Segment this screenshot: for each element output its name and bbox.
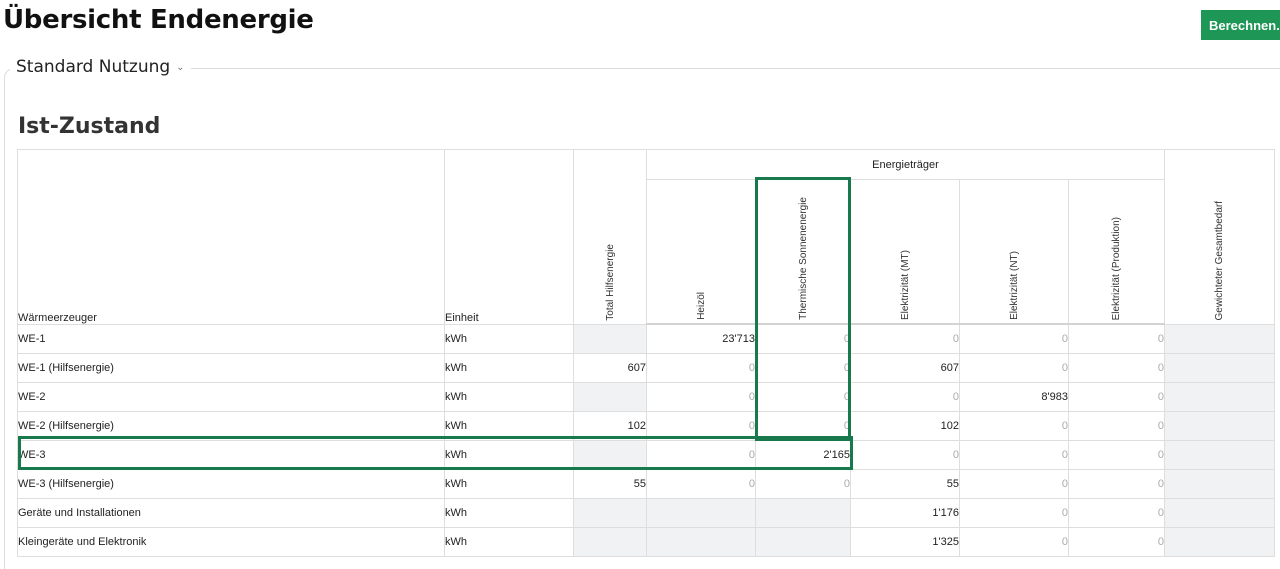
- cell-unit: kWh: [444, 323, 574, 354]
- cell-heizoel: [646, 527, 756, 557]
- cell-total: 55: [573, 469, 647, 499]
- cell-unit: kWh: [444, 382, 574, 412]
- table-row: Geräte und Installationen kWh 1'176 0 0: [17, 498, 1275, 528]
- col-group-energietraeger: Energieträger: [646, 149, 1165, 180]
- cell-total: [573, 498, 647, 528]
- cell-weighted-total: [1164, 382, 1275, 412]
- col-header-solar-thermal: Thermische Sonnenenergie: [755, 179, 851, 325]
- col-header-elec-mt: Elektrizität (MT): [850, 179, 960, 325]
- energy-table: Wärmeerzeuger Einheit Total Hilfsenergie…: [17, 149, 1275, 557]
- chevron-down-icon: ⌄: [176, 61, 185, 73]
- cell-heizoel: 0: [646, 411, 756, 441]
- cell-heizoel: 23'713: [646, 323, 756, 354]
- cell-mt: 55: [850, 469, 960, 499]
- cell-heizoel: 0: [646, 469, 756, 499]
- cell-nt: 0: [959, 411, 1069, 441]
- cell-weighted-total: [1164, 498, 1275, 528]
- table-row: Kleingeräte und Elektronik kWh 1'325 0 0: [17, 527, 1275, 557]
- cell-total: [573, 440, 647, 470]
- cell-mt: 607: [850, 353, 960, 383]
- cell-weighted-total: [1164, 353, 1275, 383]
- table-row: WE-2 (Hilfsenergie) kWh 102 0 0 102 0 0: [17, 411, 1275, 441]
- cell-nt: 0: [959, 353, 1069, 383]
- usage-dropdown-label: Standard Nutzung: [16, 57, 171, 77]
- cell-name: WE-3 (Hilfsenergie): [17, 469, 445, 499]
- cell-mt: 0: [850, 323, 960, 354]
- cell-solar: 2'165: [755, 440, 851, 470]
- cell-name: Geräte und Installationen: [17, 498, 445, 528]
- cell-heizoel: 0: [646, 382, 756, 412]
- table-row: WE-1 kWh 23'713 0 0 0 0: [17, 323, 1275, 354]
- cell-heizoel: [646, 498, 756, 528]
- cell-nt: 0: [959, 527, 1069, 557]
- page-title: Übersicht Endenergie: [3, 5, 314, 35]
- cell-weighted-total: [1164, 469, 1275, 499]
- cell-total: [573, 382, 647, 412]
- cell-mt: 1'176: [850, 498, 960, 528]
- cell-nt: 0: [959, 469, 1069, 499]
- cell-prod: 0: [1068, 323, 1165, 354]
- cell-name: WE-3: [17, 440, 445, 470]
- cell-solar: 0: [755, 323, 851, 354]
- cell-unit: kWh: [444, 469, 574, 499]
- cell-name: WE-2: [17, 382, 445, 412]
- col-header-unit: Einheit: [444, 149, 574, 325]
- cell-prod: 0: [1068, 527, 1165, 557]
- cell-unit: kWh: [444, 440, 574, 470]
- table-row: WE-2 kWh 0 0 0 8'983 0: [17, 382, 1275, 412]
- col-header-total-aux: Total Hilfsenergie: [573, 149, 647, 325]
- col-header-elec-nt: Elektrizität (NT): [959, 179, 1069, 325]
- cell-weighted-total: [1164, 323, 1275, 354]
- cell-nt: 0: [959, 498, 1069, 528]
- cell-prod: 0: [1068, 382, 1165, 412]
- cell-prod: 0: [1068, 440, 1165, 470]
- cell-solar: 0: [755, 382, 851, 412]
- cell-name: WE-2 (Hilfsenergie): [17, 411, 445, 441]
- section-title: Ist-Zustand: [18, 114, 161, 139]
- cell-name: WE-1 (Hilfsenergie): [17, 353, 445, 383]
- cell-unit: kWh: [444, 353, 574, 383]
- cell-weighted-total: [1164, 527, 1275, 557]
- cell-solar: 0: [755, 411, 851, 441]
- table-row: WE-3 kWh 0 2'165 0 0 0: [17, 440, 1275, 470]
- cell-unit: kWh: [444, 498, 574, 528]
- cell-weighted-total: [1164, 411, 1275, 441]
- cell-prod: 0: [1068, 411, 1165, 441]
- cell-prod: 0: [1068, 353, 1165, 383]
- cell-solar: 0: [755, 353, 851, 383]
- cell-nt: 8'983: [959, 382, 1069, 412]
- cell-nt: 0: [959, 440, 1069, 470]
- cell-weighted-total: [1164, 440, 1275, 470]
- cell-name: WE-1: [17, 323, 445, 354]
- col-header-elec-prod: Elektrizität (Produktion): [1068, 179, 1165, 325]
- usage-dropdown[interactable]: Standard Nutzung ⌄: [10, 57, 191, 77]
- table-row: WE-1 (Hilfsenergie) kWh 607 0 0 607 0 0: [17, 353, 1275, 383]
- cell-heizoel: 0: [646, 440, 756, 470]
- cell-mt: 1'325: [850, 527, 960, 557]
- cell-unit: kWh: [444, 527, 574, 557]
- cell-solar: [755, 527, 851, 557]
- cell-solar: [755, 498, 851, 528]
- cell-total: [573, 527, 647, 557]
- cell-nt: 0: [959, 323, 1069, 354]
- cell-unit: kWh: [444, 411, 574, 441]
- cell-prod: 0: [1068, 469, 1165, 499]
- cell-total: [573, 323, 647, 354]
- cell-mt: 102: [850, 411, 960, 441]
- col-header-weighted-total: Gewichteter Gesamtbedarf: [1164, 149, 1275, 325]
- cell-mt: 0: [850, 440, 960, 470]
- table-row: WE-3 (Hilfsenergie) kWh 55 0 0 55 0 0: [17, 469, 1275, 499]
- cell-name: Kleingeräte und Elektronik: [17, 527, 445, 557]
- calculate-button[interactable]: Berechnen...: [1201, 10, 1280, 40]
- cell-solar: 0: [755, 469, 851, 499]
- cell-heizoel: 0: [646, 353, 756, 383]
- cell-mt: 0: [850, 382, 960, 412]
- col-header-heizoel: Heizöl: [646, 179, 756, 325]
- cell-total: 607: [573, 353, 647, 383]
- cell-prod: 0: [1068, 498, 1165, 528]
- cell-total: 102: [573, 411, 647, 441]
- col-header-heat-generator: Wärmeerzeuger: [17, 149, 445, 325]
